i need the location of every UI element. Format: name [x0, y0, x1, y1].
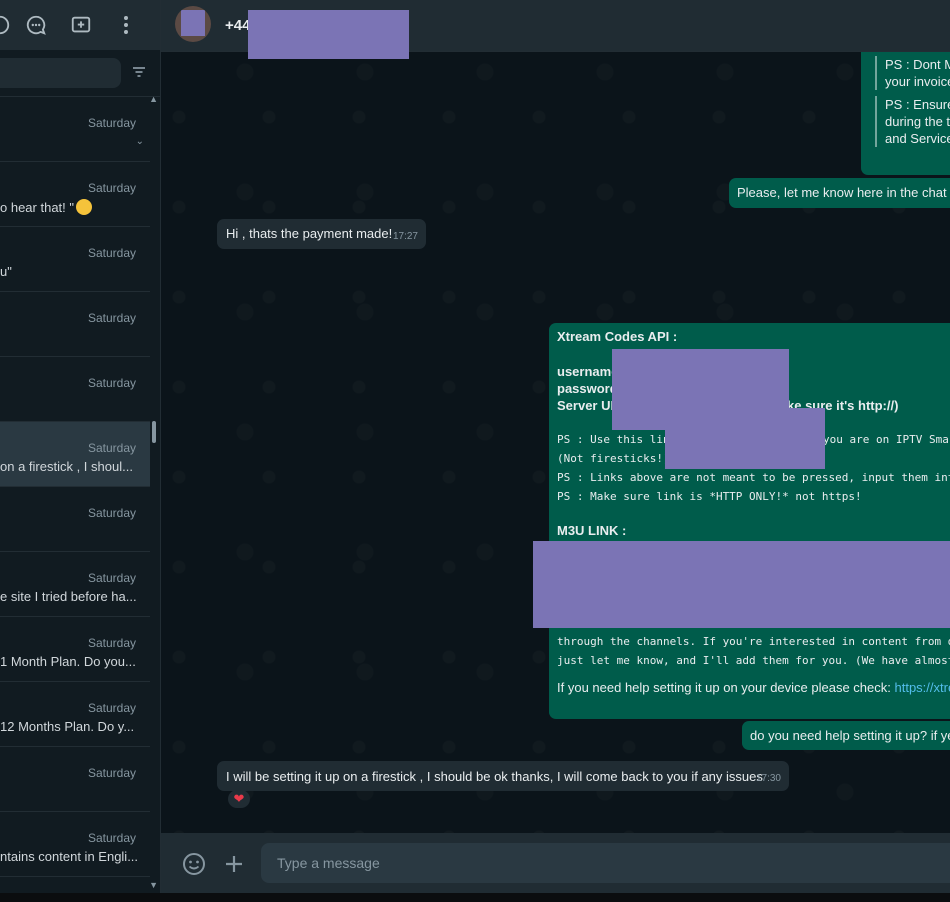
ps-use-text-2: you are on IPTV Sma: [823, 433, 949, 446]
search-input[interactable]: [0, 58, 121, 88]
chat-preview-text: ntains content in Engli...: [0, 849, 139, 864]
ps-links-text: PS : Links above are not meant to be pre…: [557, 471, 950, 484]
message-time: 17:27: [392, 231, 418, 242]
quote-block: PS : Dont M your invoice: [875, 56, 950, 90]
chat-preview-text: on a firestick , I shoul...: [0, 459, 133, 474]
chat-time: Saturday: [87, 181, 136, 195]
ps-use-text: PS : Use this lin: [557, 433, 670, 446]
search-row: [0, 50, 160, 97]
reaction-emoji: ❤: [233, 791, 245, 806]
redaction: [533, 541, 950, 628]
message-bubble-in[interactable]: I will be setting it up on a firestick ,…: [217, 761, 789, 791]
chat-time: Saturday: [87, 116, 136, 130]
taskbar-edge: [0, 893, 950, 902]
whatsapp-window: ▲ ▼ Saturday ⌄ Saturday o hear that! " Satur…: [0, 0, 950, 902]
chat-preview: 1 Month Plan. Do you...: [0, 654, 140, 669]
chat-preview-text: 12 Months Plan. Do y...: [0, 719, 135, 734]
emoji-icon[interactable]: [181, 851, 207, 877]
chat-list-item[interactable]: Saturday e site I tried before ha...: [0, 552, 150, 617]
channels-icon[interactable]: [24, 13, 48, 37]
conversation-pane: +44 PS : Dont M your invoice PS : Ensure…: [161, 0, 950, 893]
heart-reaction-icon[interactable]: ❤: [228, 790, 250, 808]
message-bubble-in[interactable]: Hi , thats the payment made! 17:27: [217, 219, 426, 249]
chat-preview-text: o hear that! ": [0, 200, 74, 215]
chat-preview: 12 Months Plan. Do y...: [0, 719, 140, 734]
redaction: [665, 408, 825, 469]
message-text: I will be setting it up on a firestick ,…: [226, 769, 763, 784]
contact-name: +44: [225, 17, 251, 34]
ps-http-text: PS : Make sure link is *HTTP ONLY!* not …: [557, 490, 862, 503]
filter-icon[interactable]: [131, 64, 151, 84]
chat-preview: u": [0, 264, 140, 279]
sidebar: ▲ ▼ Saturday ⌄ Saturday o hear that! " Satur…: [0, 0, 161, 893]
chat-preview-text: 1 Month Plan. Do you...: [0, 654, 136, 669]
scroll-down-icon[interactable]: ▼: [149, 880, 158, 890]
chat-list: Saturday ⌄ Saturday o hear that! " Saturday u…: [0, 97, 150, 877]
message-text: PS : Ensure y: [885, 97, 950, 112]
chat-list-item[interactable]: Saturday: [0, 487, 150, 552]
message-bubble-out[interactable]: PS : Dont M your invoice PS : Ensure y d…: [861, 52, 950, 175]
chat-preview: e site I tried before ha...: [0, 589, 140, 604]
letknow-text: just let me know, and I'll add them for …: [557, 654, 950, 667]
message-bubble-out[interactable]: Please, let me know here in the chat w: [729, 178, 950, 208]
redaction: [248, 10, 409, 59]
chat-preview: on a firestick , I shoul...: [0, 459, 140, 474]
message-text: PS : Dont M: [885, 57, 950, 72]
chat-list-item[interactable]: Saturday: [0, 747, 150, 812]
chat-time: Saturday: [87, 311, 136, 325]
chat-list-item[interactable]: Saturday u": [0, 227, 150, 292]
chat-preview-text: e site I tried before ha...: [0, 589, 137, 604]
xtream-title: Xtream Codes API :: [557, 329, 678, 344]
chat-time: Saturday: [87, 376, 136, 390]
chat-list-item[interactable]: Saturday ⌄: [0, 97, 150, 162]
status-icon[interactable]: [0, 13, 12, 37]
chat-preview: ntains content in Engli...: [0, 849, 140, 864]
chat-time: Saturday: [87, 766, 136, 780]
message-text: your invoice: [885, 74, 950, 89]
chat-list-item[interactable]: Saturday on a firestick , I shoul...: [0, 422, 150, 487]
composer-bar: [161, 833, 950, 893]
message-bubble-out[interactable]: do you need help setting it up? if ye: [742, 721, 950, 750]
message-text: during the t: [885, 114, 950, 129]
chevron-down-icon[interactable]: ⌄: [136, 136, 144, 147]
chat-time: Saturday: [87, 701, 136, 715]
message-text: do you need help setting it up? if ye: [750, 728, 950, 743]
chat-preview: o hear that! ": [0, 199, 140, 215]
chat-list-item[interactable]: Saturday: [0, 292, 150, 357]
message-text: Hi , thats the payment made!: [226, 226, 393, 241]
chat-time: Saturday: [87, 441, 136, 455]
chat-list-item[interactable]: Saturday: [0, 357, 150, 422]
message-text: and Services: [885, 131, 950, 146]
quote-block: PS : Ensure y during the t and Services: [875, 96, 950, 147]
chat-list-item[interactable]: Saturday o hear that! ": [0, 162, 150, 227]
chat-list-item[interactable]: Saturday 12 Months Plan. Do y...: [0, 682, 150, 747]
chat-time: Saturday: [87, 506, 136, 520]
sidebar-header: [0, 0, 160, 50]
chat-preview-text: u": [0, 264, 12, 279]
message-time: 17:30: [755, 773, 781, 784]
message-text: Please, let me know here in the chat w: [737, 185, 950, 200]
chat-time: Saturday: [87, 831, 136, 845]
chat-time: Saturday: [87, 571, 136, 585]
chat-time: Saturday: [87, 246, 136, 260]
chat-time: Saturday: [87, 636, 136, 650]
sidebar-scrollbar[interactable]: [152, 421, 156, 443]
new-chat-icon[interactable]: [69, 13, 93, 37]
avatar[interactable]: [175, 6, 211, 42]
chat-list-item[interactable]: Saturday 1 Month Plan. Do you...: [0, 617, 150, 682]
server-label: Server UF: [557, 398, 619, 413]
scroll-up-icon[interactable]: ▲: [149, 94, 158, 104]
message-bubble-out[interactable]: If you need help setting it up on your d…: [549, 672, 950, 718]
chat-list-item[interactable]: Saturday ntains content in Engli...: [0, 812, 150, 877]
message-input[interactable]: [261, 843, 950, 883]
help-link[interactable]: https://xtre: [895, 680, 950, 695]
smile-emoji-icon: [76, 199, 92, 215]
attach-plus-icon[interactable]: [221, 851, 247, 877]
redaction: [181, 10, 205, 36]
menu-icon[interactable]: [114, 13, 138, 37]
m3u-label: M3U LINK :: [557, 523, 627, 538]
message-text: If you need help setting it up on your d…: [557, 680, 895, 695]
channels-text: through the channels. If you're interest…: [557, 635, 950, 648]
chat-header[interactable]: +44: [161, 0, 950, 59]
